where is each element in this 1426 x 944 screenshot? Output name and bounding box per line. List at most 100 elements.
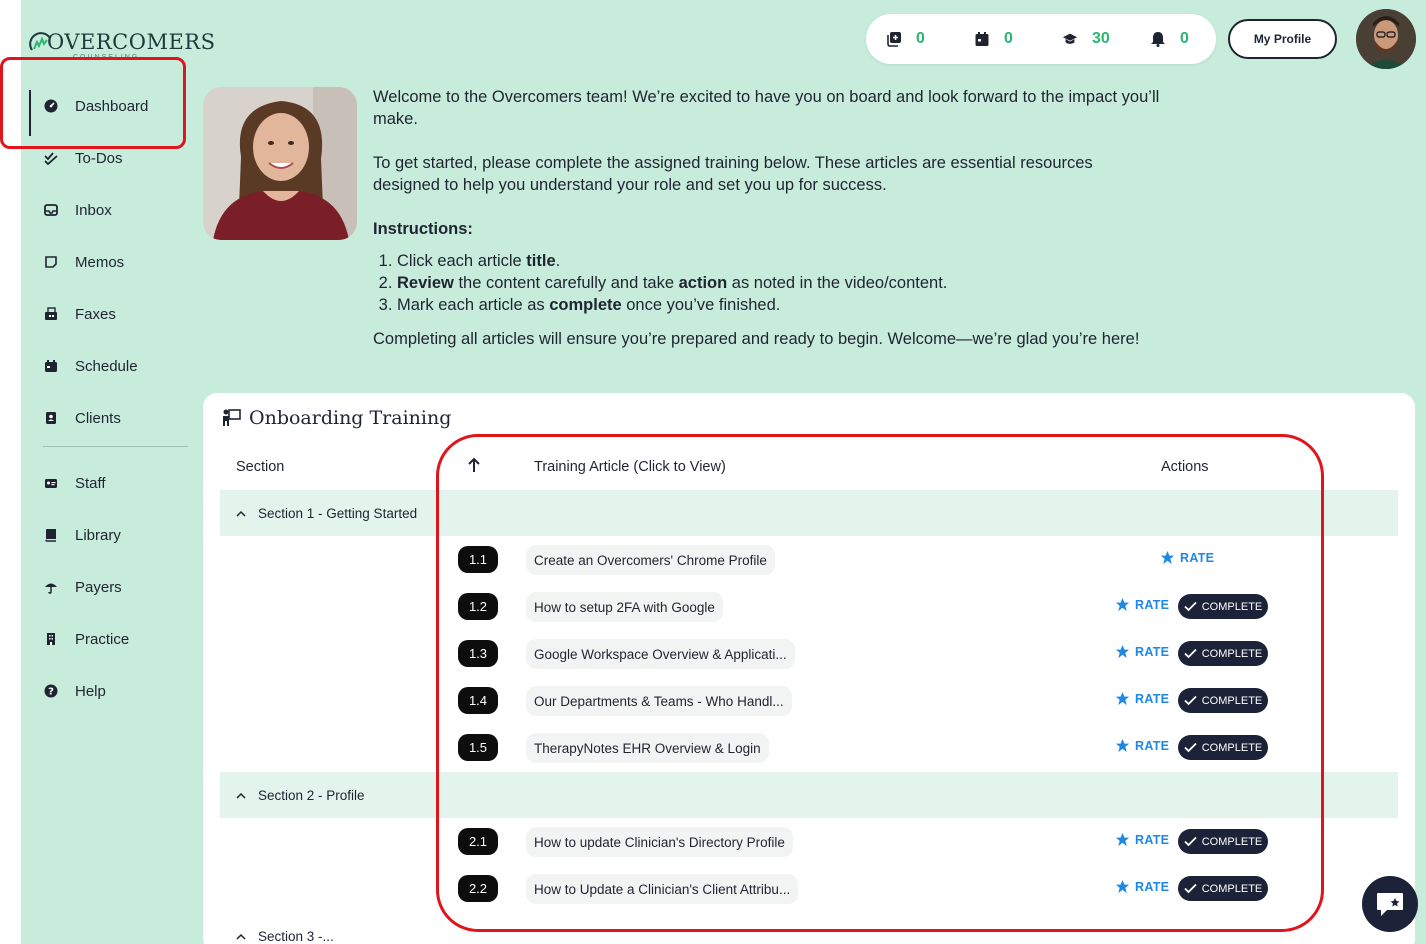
inbox-icon bbox=[43, 202, 59, 218]
rate-button[interactable]: RATE bbox=[1115, 832, 1169, 847]
welcome-paragraph-2: To get started, please complete the assi… bbox=[373, 154, 1093, 194]
umbrella-icon bbox=[43, 579, 59, 595]
user-avatar[interactable] bbox=[1356, 9, 1416, 69]
sidebar-item-inbox[interactable]: Inbox bbox=[29, 192, 179, 228]
sidebar-item-schedule[interactable]: Schedule bbox=[29, 348, 179, 384]
article-title-link[interactable]: Google Workspace Overview & Applicati... bbox=[526, 639, 795, 669]
instructions-list: Click each article title. Review the con… bbox=[397, 250, 1163, 316]
chat-bubble-icon bbox=[1377, 893, 1403, 916]
rate-button[interactable]: RATE bbox=[1115, 738, 1169, 753]
logo-subtitle: COUNSELING bbox=[73, 54, 140, 61]
section-row-2[interactable]: Section 2 - Profile bbox=[220, 772, 1398, 818]
column-header-section[interactable]: Section bbox=[236, 459, 284, 475]
complete-button[interactable]: COMPLETE bbox=[1178, 688, 1268, 713]
counter-value: 0 bbox=[1180, 30, 1189, 47]
chevron-up-icon bbox=[236, 792, 248, 799]
logo[interactable]: OVERCOMERS COUNSELING bbox=[29, 26, 215, 62]
welcome-paragraph-1: Welcome to the Overcomers team! We’re ex… bbox=[373, 88, 1160, 128]
sidebar-item-memos[interactable]: Memos bbox=[29, 244, 179, 280]
column-header-article[interactable]: Training Article (Click to View) bbox=[534, 459, 726, 475]
welcome-photo bbox=[203, 87, 357, 240]
calendar-icon bbox=[43, 358, 59, 374]
counter-training[interactable]: 30 bbox=[1062, 30, 1128, 48]
sidebar-item-label: Inbox bbox=[75, 201, 112, 219]
counter-notifications[interactable]: 0 bbox=[1150, 30, 1216, 48]
check-icon bbox=[1184, 742, 1197, 753]
instruction-step-1: Click each article title. bbox=[397, 250, 1163, 272]
topbar-counters: 0 0 30 0 bbox=[866, 14, 1216, 64]
complete-button[interactable]: COMPLETE bbox=[1178, 735, 1268, 760]
chat-button[interactable] bbox=[1362, 876, 1418, 932]
instruction-step-2: Review the content carefully and take ac… bbox=[397, 272, 1163, 294]
welcome-paragraph-3: Completing all articles will ensure you’… bbox=[373, 330, 1140, 348]
rate-button[interactable]: RATE bbox=[1160, 550, 1214, 565]
star-icon bbox=[1115, 644, 1130, 659]
sidebar-item-todos[interactable]: To-Dos bbox=[29, 140, 179, 176]
counter-new-items[interactable]: 0 bbox=[886, 30, 952, 48]
section-label: Section 3 -... bbox=[258, 928, 334, 944]
star-icon bbox=[1160, 550, 1175, 565]
note-icon bbox=[43, 254, 59, 270]
my-profile-button[interactable]: My Profile bbox=[1228, 19, 1337, 59]
book-icon bbox=[43, 527, 59, 543]
article-title-link[interactable]: How to update Clinician's Directory Prof… bbox=[526, 827, 793, 857]
sidebar-item-payers[interactable]: Payers bbox=[29, 569, 179, 605]
counter-value: 0 bbox=[1004, 30, 1013, 47]
sidebar-item-label: Dashboard bbox=[75, 97, 149, 115]
instructions-title: Instructions: bbox=[373, 220, 473, 238]
counter-appointments[interactable]: 0 bbox=[974, 30, 1040, 48]
section-label: Section 2 - Profile bbox=[258, 787, 365, 803]
rate-button[interactable]: RATE bbox=[1115, 644, 1169, 659]
counter-value: 0 bbox=[916, 30, 925, 47]
rate-button[interactable]: RATE bbox=[1115, 879, 1169, 894]
check-icon bbox=[1184, 836, 1197, 847]
sidebar-item-label: Faxes bbox=[75, 305, 116, 323]
sidebar-item-faxes[interactable]: Faxes bbox=[29, 296, 179, 332]
sidebar-item-library[interactable]: Library bbox=[29, 517, 179, 553]
article-row: 2.2 How to Update a Clinician's Client A… bbox=[458, 872, 1268, 904]
sidebar-item-label: Clients bbox=[75, 409, 121, 427]
sidebar-item-label: Memos bbox=[75, 253, 125, 271]
complete-button[interactable]: COMPLETE bbox=[1178, 876, 1268, 901]
sidebar-item-clients[interactable]: Clients bbox=[29, 400, 179, 436]
complete-button[interactable]: COMPLETE bbox=[1178, 641, 1268, 666]
sidebar-divider bbox=[43, 446, 188, 447]
welcome-message: Welcome to the Overcomers team! We’re ex… bbox=[373, 86, 1163, 372]
sidebar-item-label: Practice bbox=[75, 630, 130, 648]
sidebar-item-staff[interactable]: Staff bbox=[29, 465, 179, 501]
sidebar-item-help[interactable]: ? Help bbox=[29, 673, 179, 709]
check-icon bbox=[1184, 883, 1197, 894]
article-title-link[interactable]: How to Update a Clinician's Client Attri… bbox=[526, 874, 799, 904]
article-row: 1.4 Our Departments & Teams - Who Handl.… bbox=[458, 684, 1268, 716]
sort-arrow-up-icon[interactable] bbox=[467, 457, 481, 477]
sidebar-item-practice[interactable]: Practice bbox=[29, 621, 179, 657]
check-icon bbox=[1184, 648, 1197, 659]
article-title-link[interactable]: How to setup 2FA with Google bbox=[526, 592, 723, 622]
complete-button[interactable]: COMPLETE bbox=[1178, 829, 1268, 854]
section-row-3[interactable]: Section 3 -... bbox=[220, 913, 1398, 944]
article-number-badge: 1.3 bbox=[458, 640, 498, 667]
sidebar-item-dashboard[interactable]: Dashboard bbox=[29, 88, 179, 136]
star-icon bbox=[1115, 832, 1130, 847]
article-title-link[interactable]: Our Departments & Teams - Who Handl... bbox=[526, 686, 792, 716]
article-row: 1.3 Google Workspace Overview & Applicat… bbox=[458, 637, 1268, 669]
section-row-1[interactable]: Section 1 - Getting Started bbox=[220, 490, 1398, 536]
rate-button[interactable]: RATE bbox=[1115, 597, 1169, 612]
sidebar-item-label: Help bbox=[75, 682, 106, 700]
article-title-link[interactable]: TherapyNotes EHR Overview & Login bbox=[526, 733, 769, 763]
question-icon: ? bbox=[43, 683, 59, 699]
id-card-icon bbox=[43, 475, 59, 491]
instruction-step-3: Mark each article as complete once you’v… bbox=[397, 294, 1163, 316]
column-header-actions: Actions bbox=[1161, 459, 1209, 475]
section-label: Section 1 - Getting Started bbox=[258, 505, 418, 521]
complete-button[interactable]: COMPLETE bbox=[1178, 594, 1268, 619]
check-icon bbox=[1184, 695, 1197, 706]
sidebar: OVERCOMERS COUNSELING Dashboard To-Dos I… bbox=[21, 0, 215, 944]
article-title-link[interactable]: Create an Overcomers' Chrome Profile bbox=[526, 545, 775, 575]
counter-value: 30 bbox=[1092, 30, 1110, 47]
rate-button[interactable]: RATE bbox=[1115, 691, 1169, 706]
chevron-up-icon bbox=[236, 933, 248, 940]
building-icon bbox=[43, 631, 59, 647]
training-title: Onboarding Training bbox=[249, 407, 452, 429]
article-row: 1.1 Create an Overcomers' Chrome Profile… bbox=[458, 543, 1268, 575]
